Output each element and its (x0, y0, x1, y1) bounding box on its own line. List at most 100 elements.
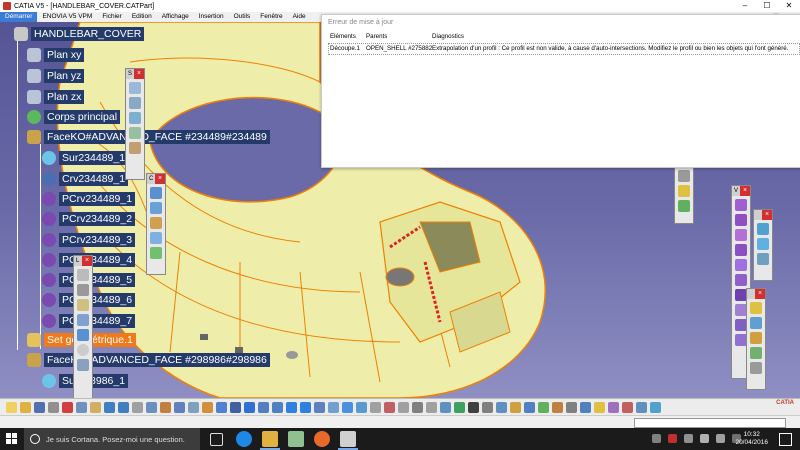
tree-node-body[interactable]: Corps principal (27, 110, 121, 124)
tool-icon[interactable] (150, 232, 162, 244)
toolbar-close-icon[interactable]: × (755, 289, 765, 299)
toolbar-right-mid[interactable]: × (753, 209, 773, 281)
menu-enovia[interactable]: ENOVIA V5 VPM (37, 12, 97, 22)
menu-insertion[interactable]: Insertion (194, 12, 229, 22)
tool-icon[interactable] (160, 402, 171, 413)
save-icon[interactable] (34, 402, 45, 413)
tool-icon[interactable] (757, 253, 769, 265)
close-button[interactable]: ✕ (778, 0, 800, 12)
zoom-out-icon[interactable] (300, 402, 311, 413)
tool-icon[interactable] (678, 200, 690, 212)
volume-icon[interactable] (716, 434, 725, 443)
command-input[interactable] (634, 418, 786, 428)
new-icon[interactable] (6, 402, 17, 413)
fit-all-icon[interactable] (244, 402, 255, 413)
tool-icon[interactable] (129, 112, 141, 124)
column-header-elements[interactable]: Eléments (330, 33, 356, 40)
undo-icon[interactable] (104, 402, 115, 413)
tool-icon[interactable] (735, 274, 747, 286)
tree-node-plan-yz[interactable]: Plan yz (27, 69, 85, 83)
tool-icon[interactable] (440, 402, 451, 413)
tool-icon[interactable] (735, 199, 747, 211)
toolbar-l[interactable]: L × (73, 255, 93, 398)
toolbar-s[interactable]: S × (125, 68, 145, 180)
tool-icon[interactable] (735, 214, 747, 226)
menu-fenetre[interactable]: Fenêtre (255, 12, 287, 22)
tool-icon[interactable] (757, 223, 769, 235)
tree-node-root[interactable]: HANDLEBAR_COVER (14, 27, 145, 41)
tool-icon[interactable] (496, 402, 507, 413)
tool-icon[interactable] (538, 402, 549, 413)
tray-app-icon[interactable] (684, 434, 693, 443)
views-icon[interactable] (328, 402, 339, 413)
tree-node-pcrv2[interactable]: PCrv234489_2 (42, 212, 136, 226)
tool-icon[interactable] (77, 359, 89, 371)
tool-icon[interactable] (202, 402, 213, 413)
tool-icon[interactable] (384, 402, 395, 413)
taskbar-clock[interactable]: 10:32 20/04/2016 (735, 431, 768, 447)
maximize-button[interactable]: ☐ (756, 0, 778, 12)
tree-node-crv1[interactable]: Crv234489_1 (42, 172, 129, 186)
toolbar-close-icon[interactable]: × (134, 69, 144, 79)
tool-icon[interactable] (678, 170, 690, 182)
tool-icon[interactable] (678, 185, 690, 197)
tool-icon[interactable] (608, 402, 619, 413)
line-tool-icon[interactable] (77, 284, 89, 296)
tool-icon[interactable] (129, 142, 141, 154)
tool-icon[interactable] (636, 402, 647, 413)
tree-node-pcrv3[interactable]: PCrv234489_3 (42, 233, 136, 247)
pan-icon[interactable] (258, 402, 269, 413)
tool-icon[interactable] (735, 229, 747, 241)
rotate-icon[interactable] (272, 402, 283, 413)
menu-aide[interactable]: Aide (288, 12, 311, 22)
file-explorer-icon[interactable] (262, 431, 278, 447)
menu-edition[interactable]: Edition (127, 12, 157, 22)
toolbar-close-icon[interactable]: × (155, 174, 165, 184)
toolbar-c[interactable]: C × (146, 173, 166, 275)
tool-icon[interactable] (150, 247, 162, 259)
tool-icon[interactable] (132, 402, 143, 413)
tool-icon[interactable] (750, 347, 762, 359)
fx-formula-icon[interactable] (146, 402, 157, 413)
menu-affichage[interactable]: Affichage (157, 12, 194, 22)
tool-icon[interactable] (129, 97, 141, 109)
tool-icon[interactable] (552, 402, 563, 413)
tree-node-plan-xy[interactable]: Plan xy (27, 48, 85, 62)
camera-icon[interactable] (468, 402, 479, 413)
tool-icon[interactable] (188, 402, 199, 413)
tool-icon[interactable] (216, 402, 227, 413)
tool-icon[interactable] (77, 299, 89, 311)
tool-icon[interactable] (370, 402, 381, 413)
tool-icon[interactable] (735, 259, 747, 271)
tool-icon[interactable] (735, 244, 747, 256)
tool-icon[interactable] (750, 362, 762, 374)
tray-app-icon[interactable] (668, 434, 677, 443)
tree-node-face1[interactable]: FaceKO#ADVANCED_FACE #234489#234489 (27, 130, 270, 144)
tool-icon[interactable] (524, 402, 535, 413)
circle-tool-icon[interactable] (77, 344, 89, 356)
tool-icon[interactable] (566, 402, 577, 413)
column-header-parents[interactable]: Parents (366, 33, 387, 40)
tool-icon[interactable] (426, 402, 437, 413)
tool-icon[interactable] (482, 402, 493, 413)
tool-icon[interactable] (150, 202, 162, 214)
point-tool-icon[interactable] (77, 269, 89, 281)
tool-icon[interactable] (150, 187, 162, 199)
tray-chevron-icon[interactable] (652, 434, 661, 443)
tool-icon[interactable] (77, 329, 89, 341)
firefox-icon[interactable] (314, 431, 330, 447)
tool-icon[interactable] (129, 82, 141, 94)
redo-icon[interactable] (118, 402, 129, 413)
task-view-icon[interactable] (210, 433, 223, 446)
tool-icon[interactable] (594, 402, 605, 413)
tree-node-face2[interactable]: FaceKO#ADVANCED_FACE #298986#298986 (27, 353, 270, 367)
notifications-icon[interactable] (779, 433, 792, 446)
tree-node-plan-zx[interactable]: Plan zx (27, 90, 85, 104)
catia-taskbar-icon[interactable] (340, 431, 356, 447)
tool-icon[interactable] (757, 238, 769, 250)
tool-icon[interactable] (580, 402, 591, 413)
update-icon[interactable] (454, 402, 465, 413)
shading-icon[interactable] (342, 402, 353, 413)
network-icon[interactable] (700, 434, 709, 443)
tool-icon[interactable] (510, 402, 521, 413)
